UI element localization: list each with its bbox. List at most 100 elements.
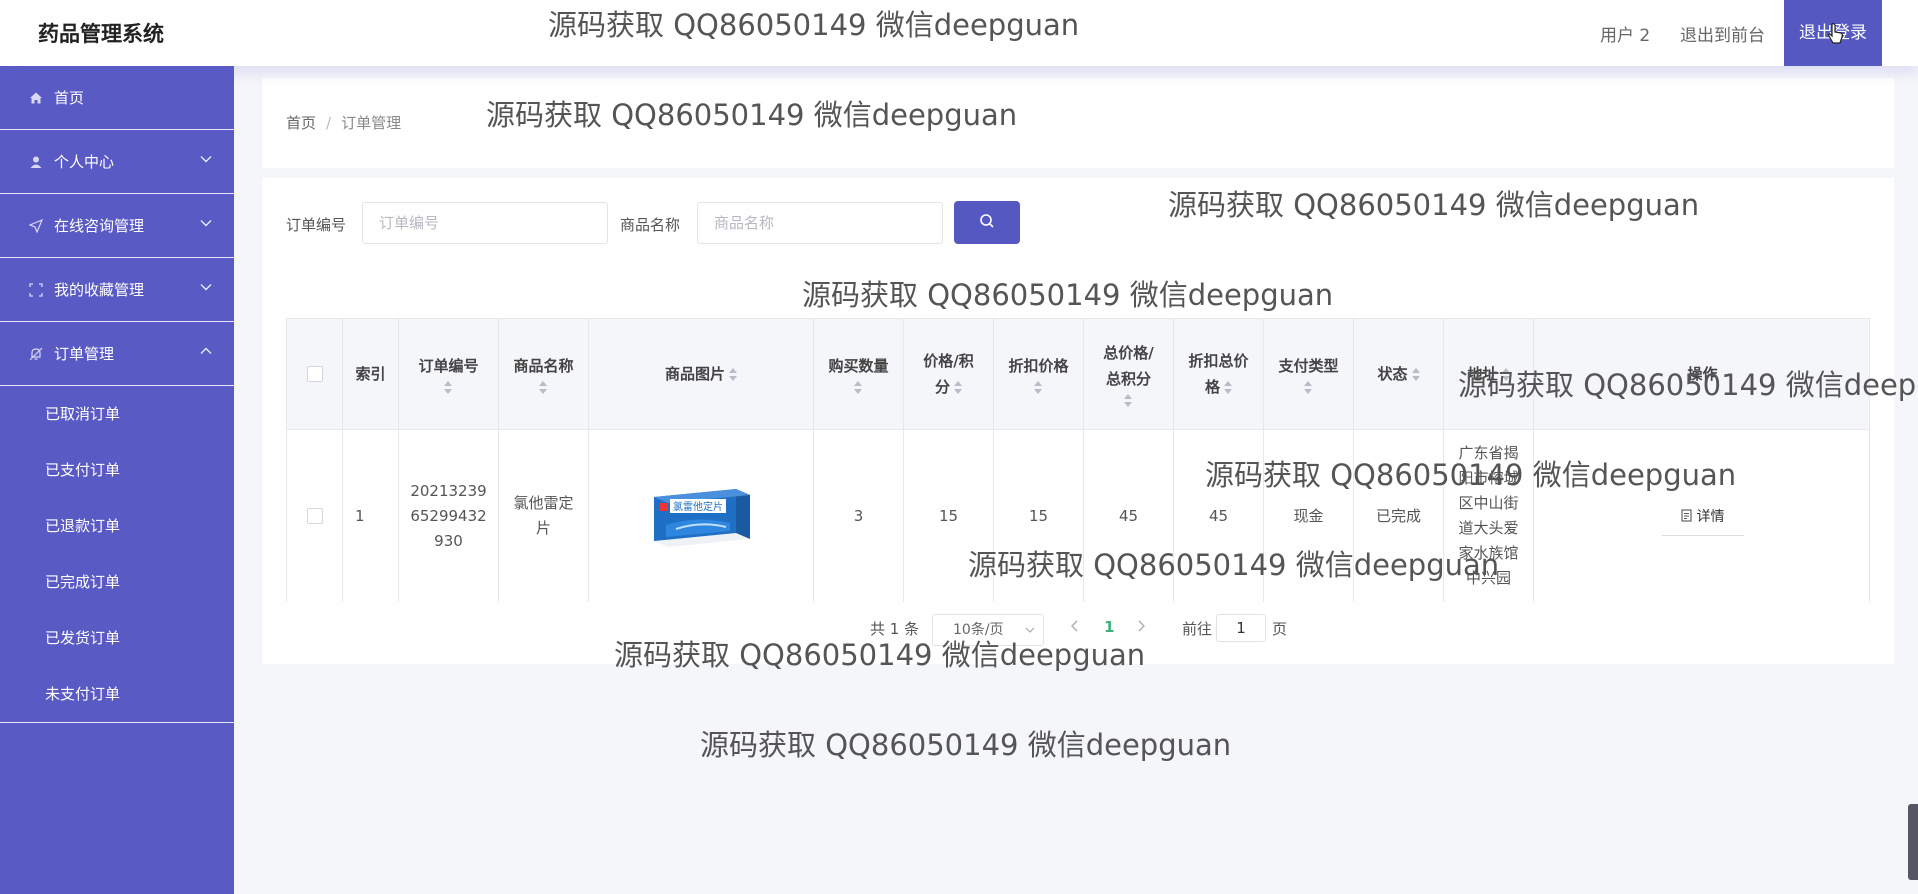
submenu-paid-orders[interactable]: 已支付订单 [0,442,234,498]
sidebar-item-favorites[interactable]: 我的收藏管理 [0,258,234,322]
sort-icon [1501,367,1510,382]
select-all-checkbox[interactable] [306,366,323,382]
sidebar-item-personal-center[interactable]: 个人中心 [0,130,234,194]
product-name-label: 商品名称 [620,216,681,234]
next-page-icon[interactable] [1136,616,1146,640]
floating-panel-handle[interactable] [1908,804,1918,880]
row-checkbox[interactable] [306,508,323,524]
order-no-label: 订单编号 [286,216,347,234]
breadcrumb-separator: / [326,114,332,132]
cell-quantity: 3 [814,430,904,602]
send-icon [28,218,44,234]
header-discount-total[interactable]: 折扣总价格 [1174,319,1264,429]
header-product-image[interactable]: 商品图片 [589,319,814,429]
main-card: 订单编号 商品名称 索引 订单编号 商品名称 商品图片 购买数 [262,178,1894,664]
breadcrumb-home[interactable]: 首页 [286,114,316,132]
sidebar-item-label: 个人中心 [54,153,115,171]
user-icon [28,154,44,170]
goto-prefix: 前往 [1182,620,1213,638]
header-product-name[interactable]: 商品名称 [499,319,589,429]
mouse-pointer-icon [1826,22,1846,50]
cell-pay-type: 现金 [1264,430,1354,602]
submenu-cancelled-orders[interactable]: 已取消订单 [0,386,234,442]
goto-suffix: 页 [1272,620,1288,638]
submenu-unpaid-orders[interactable]: 未支付订单 [0,666,234,722]
cell-product-image: 氯雷他定片 [589,430,814,602]
product-image[interactable]: 氯雷他定片 [646,481,756,551]
sidebar-item-orders[interactable]: 订单管理 [0,322,234,386]
prev-page-icon[interactable] [1070,616,1080,640]
product-name-input[interactable] [697,202,943,244]
page-number-current[interactable]: 1 [1104,618,1114,636]
header-total-price[interactable]: 总价格/总积分 [1084,319,1174,429]
goto-page-input[interactable]: 1 [1216,614,1266,642]
chevron-up-icon [200,344,212,358]
header-action: 操作 [1687,365,1718,383]
cell-action: 详情 [1534,430,1871,602]
home-icon [28,90,44,106]
chevron-down-icon [200,216,212,230]
header-price[interactable]: 价格/积分 [904,319,994,429]
detail-button[interactable]: 详情 [1661,496,1744,536]
current-user-label: 用户 2 [1600,26,1651,46]
sort-icon [854,381,863,395]
header-status[interactable]: 状态 [1354,319,1444,429]
document-icon [1680,509,1692,522]
sort-icon [1034,381,1043,395]
chevron-down-icon [1025,615,1035,658]
header-discount-price[interactable]: 折扣价格 [994,319,1084,429]
product-image-label: 氯雷他定片 [673,500,723,513]
sort-icon [1411,367,1420,382]
app-brand: 药品管理系统 [38,22,164,46]
pagination-total: 共 1 条 [870,620,920,638]
cell-status: 已完成 [1354,430,1444,602]
back-to-front-link[interactable]: 退出到前台 [1680,21,1765,46]
sidebar-item-label: 首页 [54,89,85,107]
sidebar-item-label: 订单管理 [54,345,115,363]
table-header: 索引 订单编号 商品名称 商品图片 购买数量 价格/积分 折扣价格 总价格/总积… [287,319,1869,430]
row-select [287,430,343,602]
submenu-refunded-orders[interactable]: 已退款订单 [0,498,234,554]
sidebar: 首页 个人中心 在线咨询管理 我的收藏管理 订单管理 已取消订单 已支付订单 已… [0,66,234,894]
cell-discount-price: 15 [994,430,1084,602]
sort-icon [444,381,453,395]
header-order-no[interactable]: 订单编号 [399,319,499,429]
submenu-completed-orders[interactable]: 已完成订单 [0,554,234,610]
bell-off-icon [28,346,44,362]
orders-table: 索引 订单编号 商品名称 商品图片 购买数量 价格/积分 折扣价格 总价格/总积… [286,318,1870,602]
header-index: 索引 [343,319,399,429]
cell-discount-total: 45 [1174,430,1264,602]
sidebar-item-label: 在线咨询管理 [54,217,145,235]
sort-icon [1124,394,1133,408]
header-select-all [287,319,343,429]
sort-icon [539,381,548,395]
cell-index: 1 [343,430,399,602]
breadcrumb-current: 订单管理 [341,114,402,132]
header-pay-type[interactable]: 支付类型 [1264,319,1354,429]
watermark-text: 源码获取 QQ86050149 微信deepguan [700,728,1232,762]
sidebar-item-consult[interactable]: 在线咨询管理 [0,194,234,258]
chevron-down-icon [200,280,212,294]
breadcrumb-card: 首页 / 订单管理 [262,78,1894,168]
sort-icon [1224,380,1232,395]
cell-total-price: 45 [1084,430,1174,602]
cell-product-name: 氯他雷定片 [499,430,589,602]
header-address[interactable]: 地址 [1444,319,1534,429]
search-button[interactable] [954,201,1020,244]
sort-icon [729,367,737,382]
sidebar-item-label: 我的收藏管理 [54,281,145,299]
submenu-shipped-orders[interactable]: 已发货订单 [0,610,234,666]
detail-label: 详情 [1696,508,1725,525]
header-quantity[interactable]: 购买数量 [814,319,904,429]
order-no-input[interactable] [362,202,608,244]
cell-order-no: 20213239 65299432 930 [399,430,499,602]
sort-icon [954,380,962,395]
sort-icon [1304,381,1313,395]
cell-address: 广东省揭 阳市榕城 区中山街 道大头爱 家水族馆 中兴园 [1444,430,1534,602]
frame-icon [28,282,44,298]
table-row: 1 20213239 65299432 930 氯他雷定片 氯雷他定片 3 15… [287,430,1869,602]
search-icon [979,213,995,232]
sidebar-item-home[interactable]: 首页 [0,66,234,130]
orders-submenu: 已取消订单 已支付订单 已退款订单 已完成订单 已发货订单 未支付订单 [0,386,234,723]
page-size-select[interactable]: 10条/页 [932,614,1044,646]
